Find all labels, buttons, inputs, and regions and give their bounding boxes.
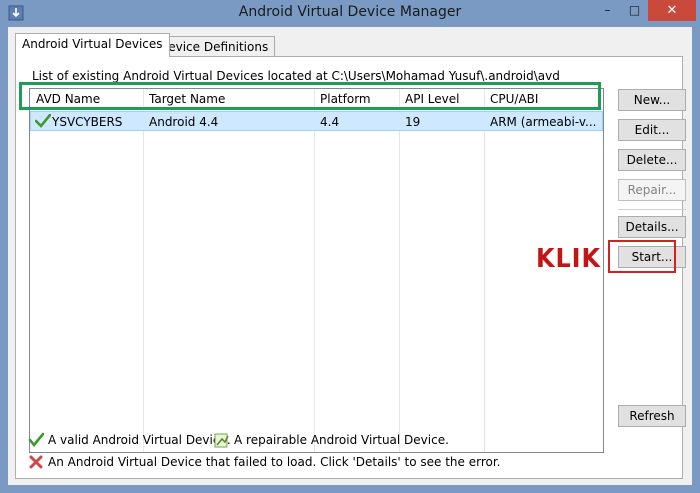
minimize-button[interactable]: – [594, 0, 621, 21]
column-divider [399, 89, 400, 452]
repair-button[interactable]: Repair... [618, 179, 686, 201]
new-button[interactable]: New... [618, 89, 686, 111]
refresh-button[interactable]: Refresh [618, 405, 686, 427]
button-separator [618, 209, 686, 210]
avd-table[interactable]: AVD Name Target Name Platform API Level … [29, 88, 604, 453]
cell-api-level: 19 [405, 115, 421, 129]
cell-platform: 4.4 [320, 115, 340, 129]
details-button[interactable]: Details... [618, 216, 686, 238]
column-divider [314, 89, 315, 452]
check-icon [28, 432, 44, 448]
row-highlight-annotation [19, 82, 601, 110]
check-icon [35, 114, 51, 128]
legend-failed: An Android Virtual Device that failed to… [48, 455, 501, 469]
column-divider [143, 89, 144, 452]
legend-valid: A valid Android Virtual Device. [48, 433, 231, 447]
close-button[interactable]: ✕ [648, 0, 696, 21]
repair-icon [214, 433, 229, 448]
start-highlight-annotation [608, 240, 676, 273]
error-icon [29, 455, 43, 469]
avd-location-label: List of existing Android Virtual Devices… [32, 69, 560, 83]
table-row[interactable]: YSVCYBERS Android 4.4 4.4 19 ARM (armeab… [30, 111, 603, 131]
column-divider [484, 89, 485, 452]
delete-button[interactable]: Delete... [618, 149, 686, 171]
cell-cpu-abi: ARM (armeabi-v... [490, 115, 597, 129]
tab-device-definitions[interactable]: Device Definitions [152, 36, 276, 58]
cell-avd-name: YSVCYBERS [52, 115, 123, 129]
edit-button[interactable]: Edit... [618, 119, 686, 141]
klik-annotation: KLIK [536, 244, 601, 274]
cell-target-name: Android 4.4 [149, 115, 219, 129]
maximize-button[interactable]: □ [621, 0, 648, 21]
tab-android-virtual-devices[interactable]: Android Virtual Devices [15, 33, 170, 57]
legend-repairable: A repairable Android Virtual Device. [234, 433, 449, 447]
title-bar: Android Virtual Device Manager – □ ✕ [0, 0, 700, 27]
